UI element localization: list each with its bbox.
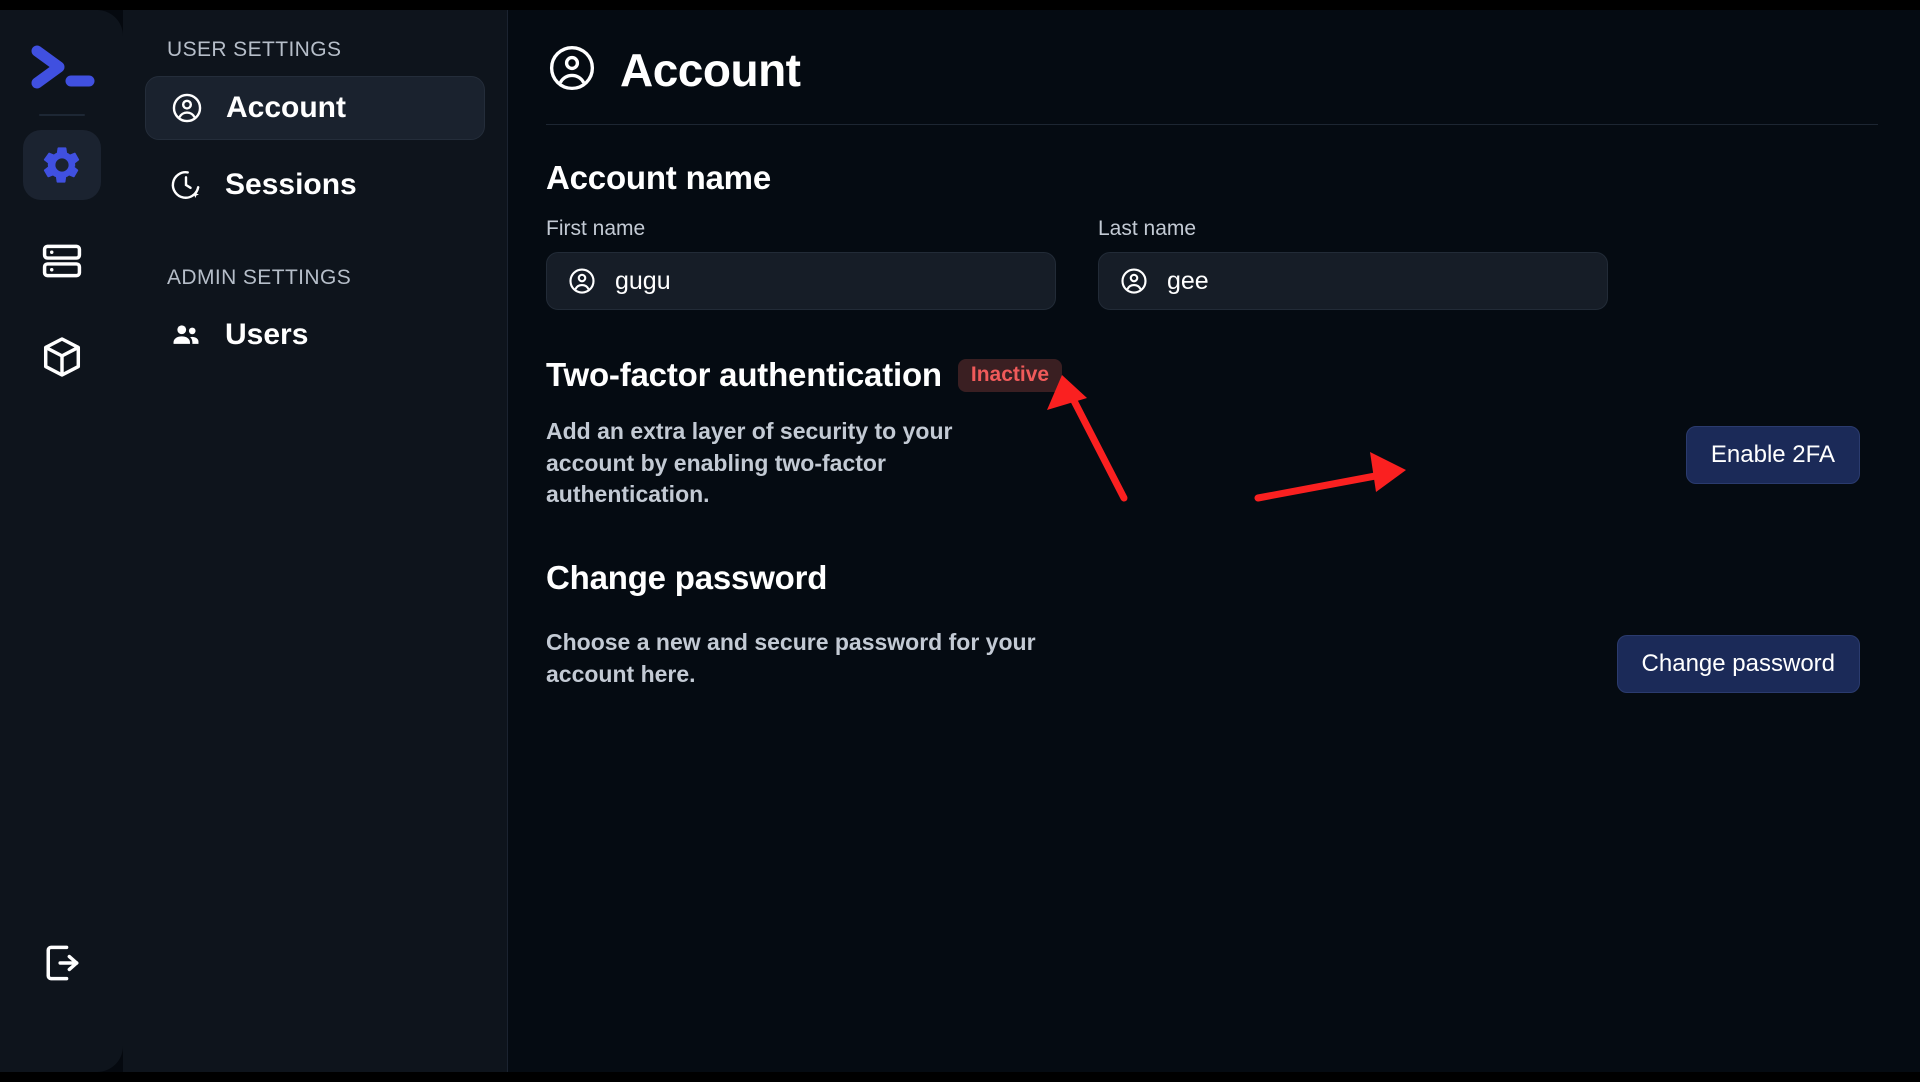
rail-item-logout[interactable] bbox=[23, 928, 101, 998]
settings-sidebar: USER SETTINGS Account Sessions ADMIN SET… bbox=[123, 10, 508, 1072]
users-group-icon bbox=[169, 318, 203, 352]
account-name-heading: Account name bbox=[546, 159, 771, 196]
sidebar-item-label: Account bbox=[226, 91, 346, 124]
first-name-input[interactable] bbox=[615, 266, 1035, 296]
two-factor-row: Add an extra layer of security to your a… bbox=[546, 416, 1882, 511]
last-name-input[interactable] bbox=[1167, 266, 1587, 296]
nav-group-label-user-settings: USER SETTINGS bbox=[167, 38, 342, 61]
page-title: Account bbox=[620, 44, 801, 96]
app-window: USER SETTINGS Account Sessions ADMIN SET… bbox=[0, 10, 1920, 1072]
sidebar-item-users[interactable]: Users bbox=[145, 304, 485, 366]
sidebar-item-label: Sessions bbox=[225, 168, 357, 201]
change-password-button[interactable]: Change password bbox=[1616, 635, 1860, 694]
account-name-fields: First name Last name bbox=[546, 217, 1882, 310]
icon-rail bbox=[0, 10, 123, 1072]
two-factor-description: Add an extra layer of security to your a… bbox=[546, 418, 953, 508]
clock-sparkle-icon bbox=[169, 168, 203, 202]
status-badge: Inactive bbox=[957, 358, 1063, 392]
change-password-heading: Change password bbox=[546, 559, 828, 597]
content-inner: Account name First name gugu Last name g… bbox=[508, 159, 1920, 694]
sidebar-item-sessions[interactable]: Sessions bbox=[145, 154, 485, 216]
last-name-field-group: Last name bbox=[1098, 217, 1608, 310]
page-header: Account bbox=[508, 38, 1920, 102]
sidebar-item-account[interactable]: Account bbox=[145, 76, 485, 140]
last-name-input-wrapper[interactable] bbox=[1098, 252, 1608, 310]
change-password-description: Choose a new and secure password for you… bbox=[546, 629, 1036, 687]
first-name-label: First name bbox=[546, 217, 646, 240]
user-circle-icon bbox=[170, 91, 204, 125]
rail-item-packages[interactable] bbox=[23, 322, 101, 392]
rail-bottom-group bbox=[0, 928, 123, 1024]
user-circle-icon bbox=[1119, 266, 1149, 296]
rail-item-settings[interactable] bbox=[22, 130, 101, 200]
enable-2fa-button[interactable]: Enable 2FA bbox=[1685, 426, 1860, 484]
main-content: Account Account name First name gugu Las… bbox=[508, 10, 1920, 1072]
two-factor-heading-row: Two-factor authentication Inactive bbox=[546, 356, 1882, 394]
rail-item-servers[interactable] bbox=[23, 226, 101, 296]
first-name-input-wrapper[interactable] bbox=[546, 252, 1056, 310]
user-circle-icon bbox=[567, 266, 597, 296]
two-factor-heading: Two-factor authentication bbox=[546, 356, 942, 393]
first-name-field-group: First name bbox=[546, 217, 1056, 310]
terminal-prompt-logo[interactable] bbox=[26, 36, 98, 98]
last-name-label: Last name bbox=[1098, 217, 1197, 240]
user-circle-icon bbox=[546, 42, 598, 99]
nav-group-label-admin-settings: ADMIN SETTINGS bbox=[167, 266, 352, 289]
sidebar-item-label: Users bbox=[225, 318, 309, 351]
rail-divider bbox=[38, 114, 85, 116]
header-divider bbox=[546, 124, 1878, 125]
change-password-row: Choose a new and secure password for you… bbox=[546, 627, 1882, 694]
